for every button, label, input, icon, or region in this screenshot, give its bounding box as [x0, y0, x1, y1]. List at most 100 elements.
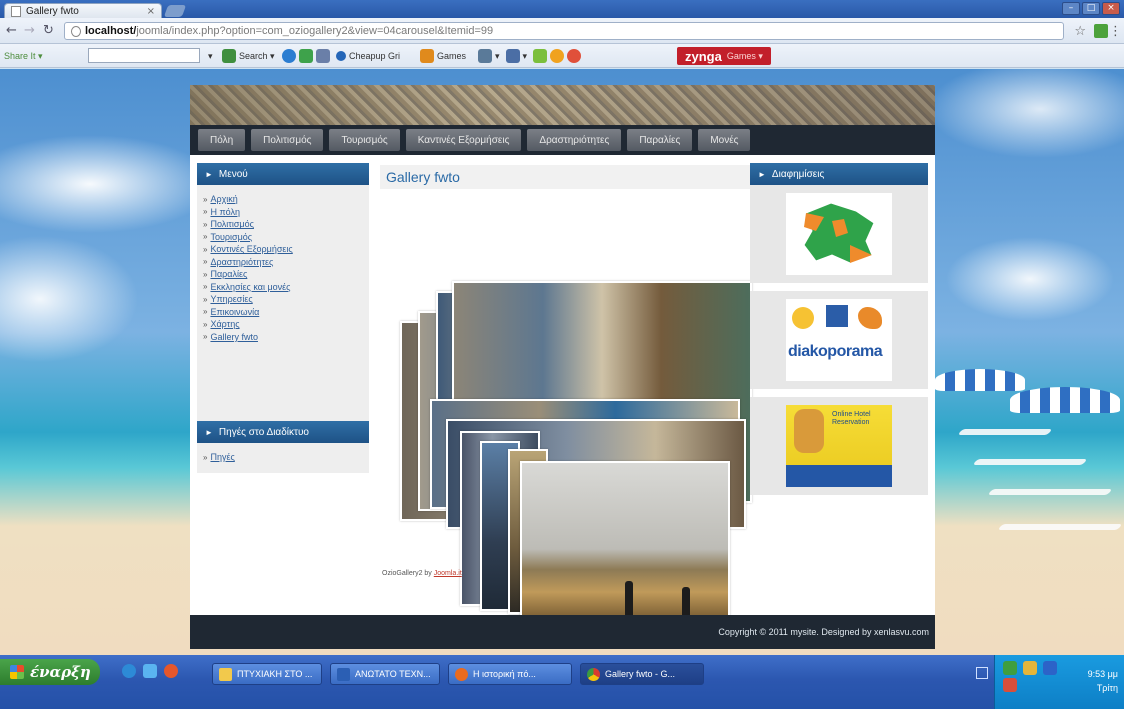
maximize-button[interactable]: □: [1082, 2, 1100, 15]
heart-icon: [567, 49, 582, 63]
close-tab-icon[interactable]: ×: [147, 6, 155, 17]
double-chevron-icon: »: [203, 307, 208, 317]
bookmark-star-icon[interactable]: ☆: [1074, 24, 1086, 39]
task-chrome[interactable]: Gallery fwto - G...: [580, 663, 704, 685]
beach-chair: [957, 429, 1053, 435]
quick-launch: [122, 664, 181, 678]
zynga-games-label: Games ▾: [726, 50, 763, 61]
toolbar-icons-group[interactable]: [282, 48, 333, 64]
nav-tab-beaches[interactable]: Παραλίες: [627, 129, 693, 151]
back-arrow-icon[interactable]: ←: [6, 23, 17, 38]
search-dropdown-arrow-icon[interactable]: ▾: [208, 48, 213, 64]
globe-icon: [71, 25, 81, 37]
menu-item-beaches[interactable]: » Παραλίες: [203, 268, 363, 281]
nav-tab-activities[interactable]: Δραστηριότητες: [527, 129, 622, 151]
right-sidebar: ► Διαφημίσεις diakoporama Online Hotel R…: [750, 163, 928, 503]
wrench-menu-icon[interactable]: ⋮: [1109, 24, 1122, 39]
extension-icon[interactable]: [1094, 24, 1108, 38]
ad-box-map: [750, 185, 928, 283]
hotel-reservation-ad[interactable]: Online Hotel Reservation: [786, 405, 892, 487]
menu-item-culture[interactable]: » Πολιτισμός: [203, 218, 363, 231]
double-chevron-icon: »: [203, 194, 208, 204]
nav-tab-tourism[interactable]: Τουρισμός: [329, 129, 400, 151]
nav-tab-culture[interactable]: Πολιτισμός: [251, 129, 324, 151]
menu-item-sources[interactable]: » Πηγές: [203, 451, 363, 464]
antivirus-icon[interactable]: [1003, 678, 1017, 692]
games-button[interactable]: Games: [420, 48, 466, 64]
url-path: joomla/index.php?option=com_oziogallery2…: [136, 25, 494, 37]
arrow-right-icon: ►: [758, 169, 766, 179]
volume-icon[interactable]: [1043, 661, 1057, 675]
double-chevron-icon: »: [203, 332, 208, 342]
clock-time: 9:53 μμ: [1087, 669, 1118, 679]
toolbar-search-button[interactable]: Search ▾: [222, 48, 275, 64]
url-field[interactable]: localhost/ joomla/index.php?option=com_o…: [64, 22, 1064, 40]
clock-day: Τρίτη: [1096, 683, 1118, 693]
menu-module-title: Μενού: [218, 168, 248, 180]
reload-icon[interactable]: ↻: [43, 23, 54, 38]
start-label: έναρξη: [30, 663, 91, 681]
image-icon: [316, 49, 330, 63]
menu-item-map[interactable]: » Χάρτης: [203, 318, 363, 331]
nav-tab-city[interactable]: Πόλη: [198, 129, 246, 151]
show-desktop-icon[interactable]: [976, 667, 988, 679]
double-chevron-icon: »: [203, 244, 208, 254]
double-chevron-icon: »: [203, 452, 208, 462]
sources-module-body: » Πηγές: [197, 443, 369, 473]
zynga-games-button[interactable]: zynga Games ▾: [677, 47, 771, 65]
menu-item-services[interactable]: » Υπηρεσίες: [203, 293, 363, 306]
network-icon[interactable]: [1003, 661, 1017, 675]
ad-box-diakoporama: diakoporama: [750, 291, 928, 389]
page-viewport: Πόλη Πολιτισμός Τουρισμός Καντινές Εξορμ…: [0, 69, 1124, 655]
gallery-credit: OzioGallery2 by Joomla.it: [382, 570, 462, 577]
menu-module-header: ► Μενού: [197, 163, 369, 185]
browser-title-bar: Gallery fwto × – □ ×: [0, 0, 1124, 18]
share-button[interactable]: Share It ▾: [4, 48, 43, 64]
toolbar-search-input[interactable]: [88, 48, 200, 63]
cheap-button[interactable]: Cheapup Gri: [336, 48, 400, 64]
media-player-icon[interactable]: [164, 664, 178, 678]
globe-icon: [282, 49, 296, 63]
menu-item-gallery[interactable]: » Gallery fwto: [203, 331, 363, 344]
menu-item-home[interactable]: » Αρχική: [203, 193, 363, 206]
region-map-ad[interactable]: [786, 193, 892, 275]
address-bar-row: ← → ↻ localhost/ joomla/index.php?option…: [0, 18, 1124, 44]
beach-chair: [997, 524, 1123, 530]
start-button[interactable]: έναρξη: [0, 659, 100, 685]
toolbar-extra-icons[interactable]: ▾ ▾: [478, 48, 584, 64]
tab-title: Gallery fwto: [26, 5, 79, 17]
forward-arrow-icon[interactable]: →: [24, 23, 35, 38]
gallery-carousel[interactable]: [400, 281, 760, 637]
hotel-ad-text: Online Hotel Reservation: [832, 411, 871, 426]
nav-tab-trips[interactable]: Καντινές Εξορμήσεις: [405, 129, 522, 151]
browser-tab[interactable]: Gallery fwto ×: [4, 3, 162, 18]
task-word[interactable]: ΑΝΩΤΑΤΟ ΤΕΧΝ...: [330, 663, 440, 685]
new-tab-button[interactable]: [163, 5, 187, 17]
weather-icon: [533, 49, 548, 63]
page-icon: [11, 5, 21, 17]
menu-item-churches[interactable]: » Εκκλησίες και μονές: [203, 281, 363, 294]
binoculars-icon: [336, 51, 346, 61]
hotel-ad-footer: [786, 465, 892, 487]
close-window-button[interactable]: ×: [1102, 2, 1120, 15]
menu-item-contact[interactable]: » Επικοινωνία: [203, 306, 363, 319]
menu-item-trips[interactable]: » Κοντινές Εξορμήσεις: [203, 243, 363, 256]
website-container: Πόλη Πολιτισμός Τουρισμός Καντινές Εξορμ…: [190, 85, 935, 649]
window-controls: – □ ×: [1062, 2, 1120, 15]
menu-item-city[interactable]: » Η πόλη: [203, 206, 363, 219]
diakoporama-ad[interactable]: diakoporama: [786, 299, 892, 381]
beach-umbrella: [935, 369, 1025, 391]
credit-link[interactable]: Joomla.it: [434, 570, 462, 577]
menu-item-activities[interactable]: » Δραστηριότητες: [203, 256, 363, 269]
sources-module-header: ► Πηγές στο Διαδίκτυο: [197, 421, 369, 443]
task-firefox[interactable]: Η ιστορική πό...: [448, 663, 572, 685]
task-folder[interactable]: ΠΤΥΧΙΑΚΗ ΣΤΟ ...: [212, 663, 322, 685]
ie-icon[interactable]: [122, 664, 136, 678]
menu-item-tourism[interactable]: » Τουρισμός: [203, 231, 363, 244]
security-icon[interactable]: [1023, 661, 1037, 675]
desktop-icon[interactable]: [143, 664, 157, 678]
beach-chair: [972, 459, 1088, 465]
taskbar: έναρξη ΠΤΥΧΙΑΚΗ ΣΤΟ ... ΑΝΩΤΑΤΟ ΤΕΧΝ... …: [0, 655, 1124, 709]
minimize-button[interactable]: –: [1062, 2, 1080, 15]
nav-tab-monasteries[interactable]: Μονές: [698, 129, 751, 151]
